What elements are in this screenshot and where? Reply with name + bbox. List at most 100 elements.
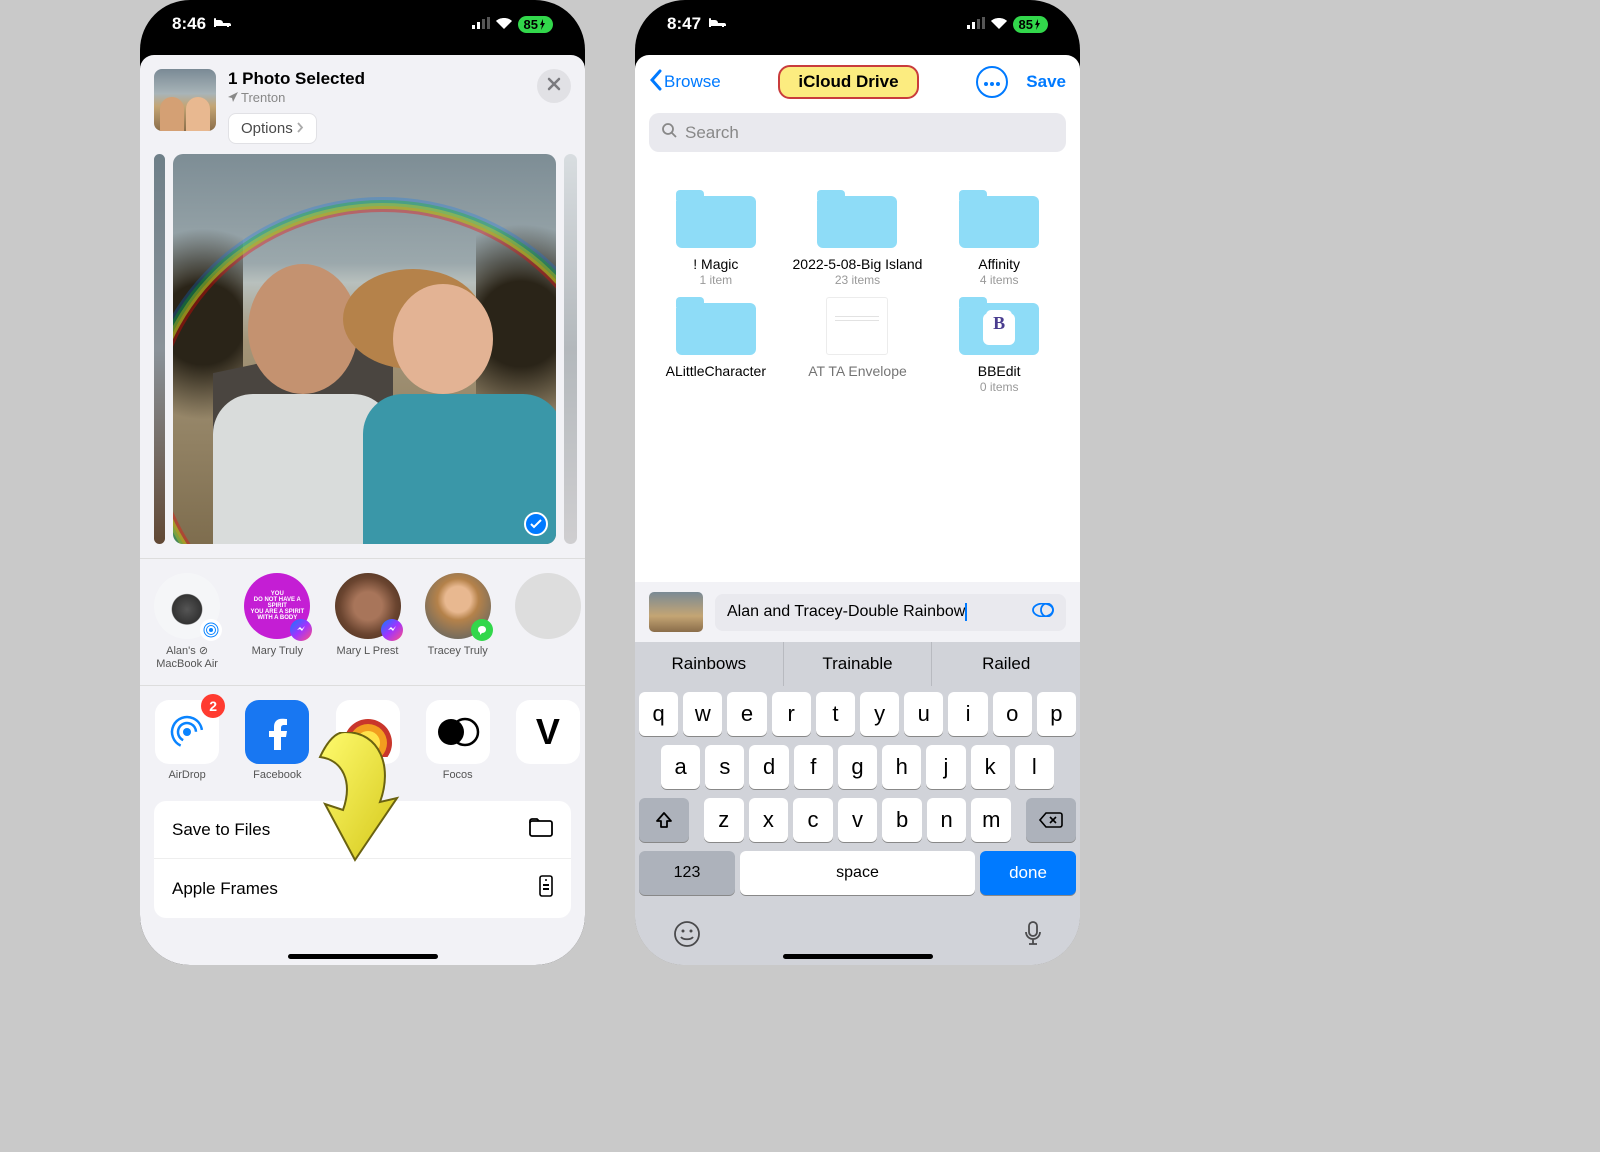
key-g[interactable]: g xyxy=(838,745,877,789)
key-w[interactable]: w xyxy=(683,692,722,736)
location-arrow-icon xyxy=(228,90,238,105)
key-o[interactable]: o xyxy=(993,692,1032,736)
folder-item[interactable]: Affinity 4 items xyxy=(932,190,1066,287)
share-contact[interactable]: Tracey Truly xyxy=(425,573,491,671)
search-icon xyxy=(661,122,677,143)
chevron-right-icon xyxy=(297,120,304,137)
status-time: 8:47 xyxy=(667,14,701,34)
bed-icon xyxy=(212,14,232,34)
key-c[interactable]: c xyxy=(793,798,833,842)
remote-icon xyxy=(539,875,553,902)
key-j[interactable]: j xyxy=(926,745,965,789)
imessage-badge-icon xyxy=(471,619,493,641)
key-t[interactable]: t xyxy=(816,692,855,736)
key-y[interactable]: y xyxy=(860,692,899,736)
key-s[interactable]: s xyxy=(705,745,744,789)
numbers-key[interactable]: 123 xyxy=(639,851,735,895)
partial-app[interactable]: V xyxy=(515,700,581,781)
status-bar: 8:46 85 xyxy=(140,0,585,48)
suggestion[interactable]: Railed xyxy=(931,642,1080,686)
key-r[interactable]: r xyxy=(772,692,811,736)
key-k[interactable]: k xyxy=(971,745,1010,789)
folder-icon xyxy=(676,297,756,355)
keyboard-suggestions: Rainbows Trainable Railed xyxy=(635,642,1080,686)
filename-input[interactable]: Alan and Tracey-Double Rainbow xyxy=(715,594,1066,631)
focos-icon xyxy=(436,717,480,747)
key-i[interactable]: i xyxy=(948,692,987,736)
search-input[interactable]: Search xyxy=(649,113,1066,152)
key-p[interactable]: p xyxy=(1037,692,1076,736)
share-sheet-screenshot: 8:46 85 1 Photo Selected Trenton O xyxy=(140,0,585,965)
apple-frames-action[interactable]: Apple Frames xyxy=(154,858,571,918)
key-n[interactable]: n xyxy=(927,798,967,842)
key-v[interactable]: v xyxy=(838,798,878,842)
file-item[interactable]: AT TA Envelope xyxy=(791,297,925,394)
facebook-app[interactable]: Facebook xyxy=(244,700,310,781)
selected-checkmark-icon xyxy=(524,512,548,536)
key-e[interactable]: e xyxy=(727,692,766,736)
folder-icon xyxy=(529,817,553,842)
dictation-key[interactable] xyxy=(1024,920,1042,953)
keyboard: qwertyuiop asdfghjkl zxcvbnm 123 space d… xyxy=(635,686,1080,965)
sheet-title: 1 Photo Selected xyxy=(228,69,525,89)
back-button[interactable]: Browse xyxy=(649,69,721,96)
done-key[interactable]: done xyxy=(980,851,1076,895)
home-indicator[interactable] xyxy=(288,954,438,959)
airdrop-app[interactable]: 2 AirDrop xyxy=(154,700,220,781)
wifi-icon xyxy=(990,14,1008,34)
key-h[interactable]: h xyxy=(882,745,921,789)
focos-app[interactable]: Focos xyxy=(425,700,491,781)
selected-photo-preview[interactable] xyxy=(173,154,556,544)
key-m[interactable]: m xyxy=(971,798,1011,842)
emoji-key[interactable] xyxy=(673,920,701,953)
backspace-key[interactable] xyxy=(1026,798,1076,842)
files-picker-sheet: Browse iCloud Drive Save Search ! Magic … xyxy=(635,55,1080,965)
folder-icon xyxy=(676,190,756,248)
ellipsis-icon xyxy=(983,73,1001,91)
folder-item[interactable]: ! Magic 1 item xyxy=(649,190,783,287)
airdrop-icon xyxy=(165,710,209,754)
suggestion[interactable]: Trainable xyxy=(783,642,932,686)
key-q[interactable]: q xyxy=(639,692,678,736)
folder-item[interactable]: 2022-5-08-Big Island 23 items xyxy=(791,190,925,287)
share-contact[interactable]: Mary L Prest xyxy=(334,573,400,671)
bed-icon xyxy=(707,14,727,34)
key-f[interactable]: f xyxy=(794,745,833,789)
key-a[interactable]: a xyxy=(661,745,700,789)
home-indicator[interactable] xyxy=(783,954,933,959)
clear-input-icon[interactable] xyxy=(1032,603,1054,622)
save-button[interactable]: Save xyxy=(1026,72,1066,92)
adjacent-photo-left[interactable] xyxy=(154,154,165,544)
share-contact[interactable] xyxy=(515,573,581,671)
folder-item[interactable]: B BBEdit 0 items xyxy=(932,297,1066,394)
close-icon xyxy=(547,77,561,96)
key-z[interactable]: z xyxy=(704,798,744,842)
cellular-signal-icon xyxy=(472,14,490,34)
document-icon xyxy=(826,297,888,355)
suggestion[interactable]: Rainbows xyxy=(635,642,783,686)
facebook-icon xyxy=(259,714,295,750)
airdrop-badge-icon xyxy=(200,619,222,641)
unnamed-app[interactable] xyxy=(334,700,400,781)
save-to-files-action[interactable]: Save to Files xyxy=(154,801,571,858)
share-contact[interactable]: Alan's ⊘ MacBook Air xyxy=(154,573,220,671)
share-apps-row: 2 AirDrop Facebook xyxy=(140,686,585,791)
folder-item[interactable]: ALittleCharacter xyxy=(649,297,783,394)
more-options-button[interactable] xyxy=(976,66,1008,98)
shift-key[interactable] xyxy=(639,798,689,842)
selected-photo-thumbnail[interactable] xyxy=(154,69,216,131)
adjacent-photo-right[interactable] xyxy=(564,154,577,544)
key-d[interactable]: d xyxy=(749,745,788,789)
key-u[interactable]: u xyxy=(904,692,943,736)
status-bar: 8:47 85 xyxy=(635,0,1080,48)
cellular-signal-icon xyxy=(967,14,985,34)
share-sheet: 1 Photo Selected Trenton Options xyxy=(140,55,585,965)
key-l[interactable]: l xyxy=(1015,745,1054,789)
share-contact[interactable]: YOUDO NOT HAVE A SPIRITYOU ARE A SPIRITW… xyxy=(244,573,310,671)
key-x[interactable]: x xyxy=(749,798,789,842)
key-b[interactable]: b xyxy=(882,798,922,842)
space-key[interactable]: space xyxy=(740,851,975,895)
wifi-icon xyxy=(495,14,513,34)
options-button[interactable]: Options xyxy=(228,113,317,144)
close-button[interactable] xyxy=(537,69,571,103)
